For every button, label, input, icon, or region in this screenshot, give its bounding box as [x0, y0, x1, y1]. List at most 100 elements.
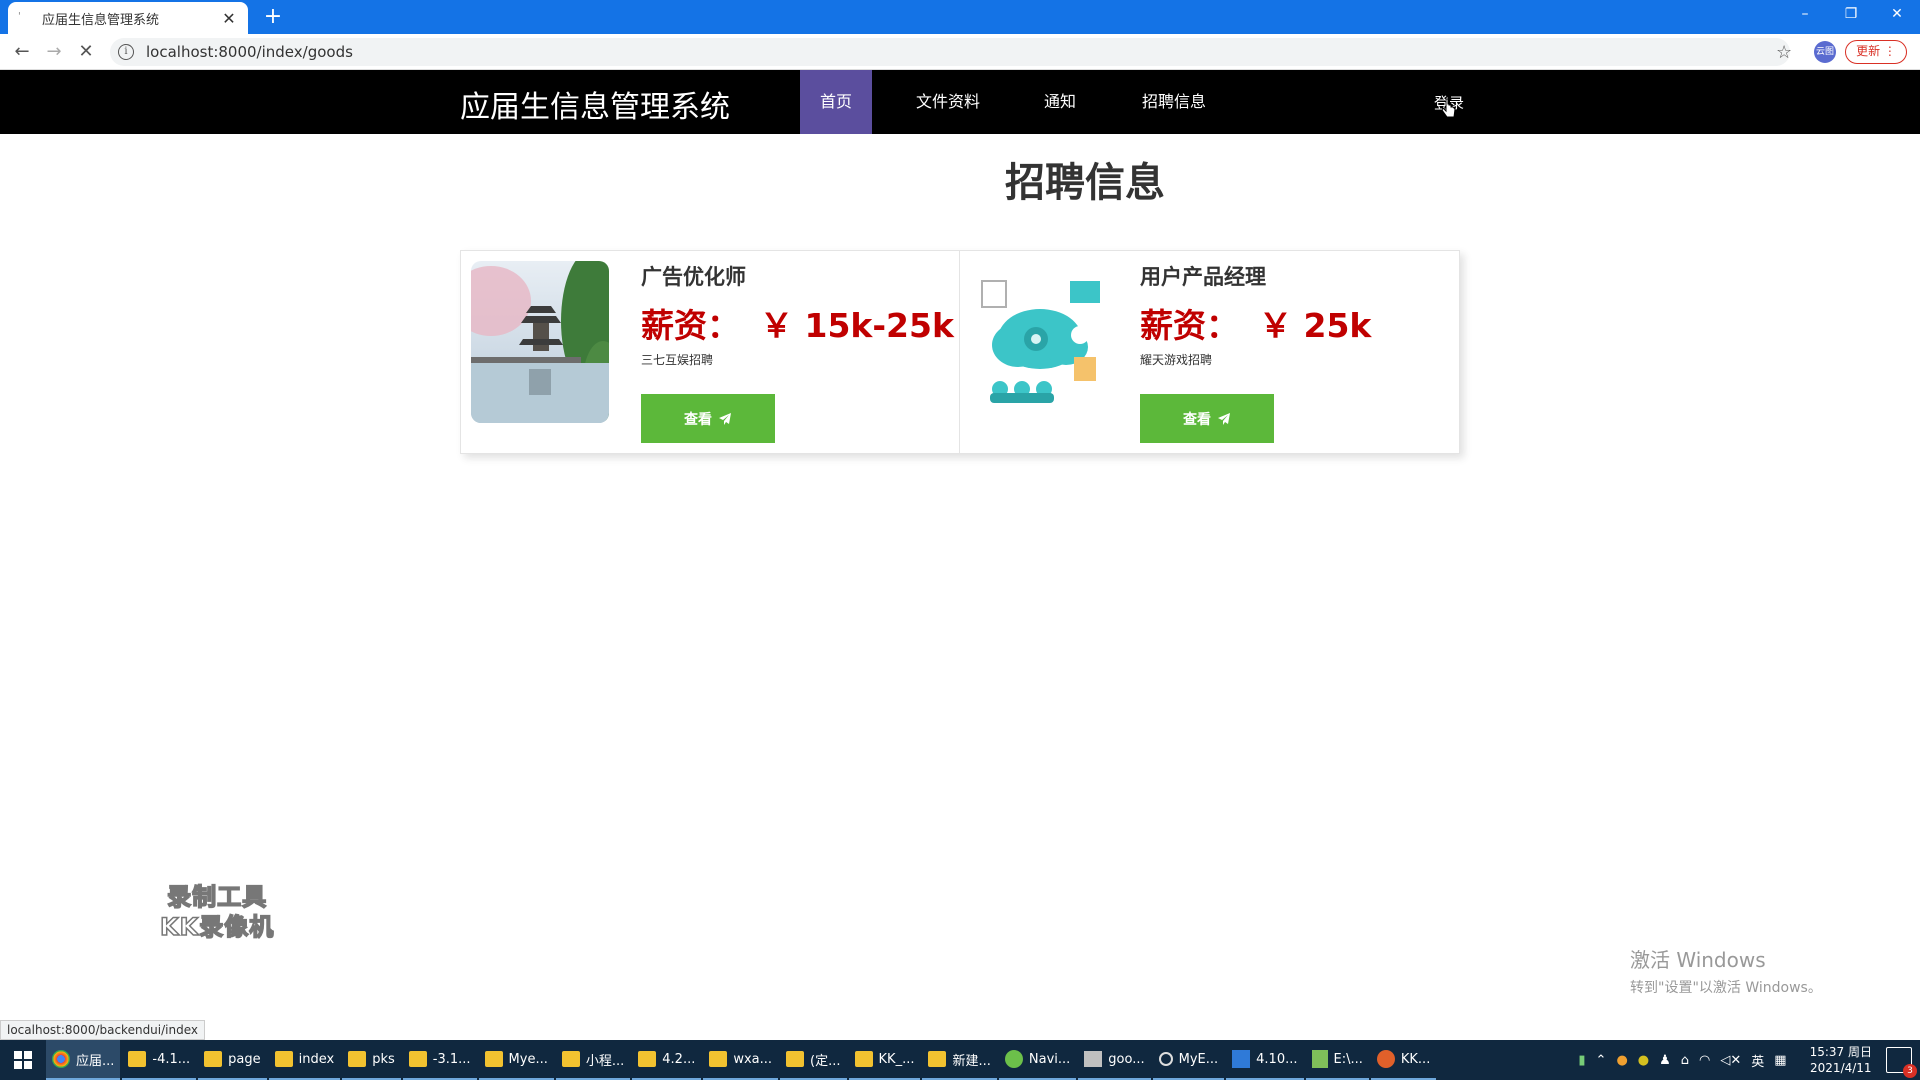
taskbar-app[interactable]: index [268, 1040, 341, 1080]
site-info-icon[interactable]: i [118, 44, 134, 60]
forward-button[interactable]: → [42, 40, 66, 64]
taskbar-app-label: E:\... [1333, 1051, 1363, 1067]
taskbar-app[interactable]: 4.2... [632, 1040, 702, 1080]
system-tray: ▮ ⌃ ● ● ♟ ⌂ ◠ ◁✕ 英 ▦ 15:37 周日 2021/4/11 … [1573, 1040, 1920, 1080]
taskbar-app-label: Mye... [508, 1051, 548, 1067]
taskbar-app[interactable]: -3.1... [402, 1040, 477, 1080]
taskbar-app-label: KK_... [878, 1051, 915, 1067]
kk-icon [1376, 1050, 1395, 1068]
system-clock[interactable]: 15:37 周日 2021/4/11 [1810, 1044, 1872, 1076]
salary-value: ￥ 15k-25k [760, 306, 954, 345]
job-card-list: 广告优化师 薪资： ￥ 15k-25k 三七互娱招聘 查看 用户产品经理 薪资：… [460, 250, 1460, 454]
mouse-cursor-icon [1442, 98, 1456, 118]
taskbar-app[interactable]: Mye... [478, 1040, 554, 1080]
tray-app-icon[interactable]: ● [1638, 1053, 1649, 1068]
nav-jobs[interactable]: 招聘信息 [1130, 70, 1218, 134]
folder-icon [561, 1051, 580, 1067]
navicat-icon [1004, 1050, 1023, 1068]
taskbar-app-label: MyE... [1178, 1051, 1219, 1067]
show-hidden-icons-icon[interactable]: ⌃ [1596, 1053, 1607, 1068]
taskbar-app[interactable]: KK... [1370, 1040, 1437, 1080]
taskbar-app-label: 4.10... [1256, 1051, 1298, 1067]
keyboard-icon[interactable]: ▦ [1774, 1053, 1786, 1068]
salary-label: 薪资： [641, 306, 740, 345]
view-job-button[interactable]: 查看 [1140, 394, 1274, 443]
view-button-label: 查看 [684, 410, 712, 427]
stop-loading-button[interactable]: ✕ [74, 40, 98, 64]
taskbar-app[interactable]: page [198, 1040, 267, 1080]
view-job-button[interactable]: 查看 [641, 394, 775, 443]
send-plane-icon [1218, 412, 1230, 425]
taskbar-app[interactable]: MyE... [1152, 1040, 1225, 1080]
action-center-button[interactable]: 3 [1886, 1047, 1917, 1078]
nav-notices[interactable]: 通知 [1025, 70, 1095, 134]
folder-icon [638, 1051, 657, 1067]
taskbar-app[interactable]: wxa... [703, 1040, 779, 1080]
taskbar-app[interactable]: (定... [780, 1040, 847, 1080]
taskbar-app-label: 小程... [585, 1053, 625, 1069]
myeclipse-icon [1158, 1052, 1173, 1066]
qq-icon[interactable]: ♟ [1659, 1053, 1671, 1068]
windows-start-button[interactable] [0, 1040, 46, 1080]
taskbar-app[interactable]: Navi... [998, 1040, 1077, 1080]
folder-icon [204, 1051, 223, 1067]
pagoda-lake-photo [471, 261, 609, 423]
folder-icon [928, 1051, 947, 1067]
taskbar-app[interactable]: pks [342, 1040, 401, 1080]
taskbar-app[interactable]: 小程... [555, 1040, 631, 1080]
tray-app-icon[interactable]: ● [1616, 1053, 1627, 1068]
minimize-button[interactable]: – [1782, 0, 1828, 28]
back-button[interactable]: ← [10, 40, 34, 64]
wifi-icon[interactable]: ◠ [1699, 1053, 1710, 1068]
battery-icon[interactable]: ▮ [1578, 1053, 1585, 1068]
taskbar-app-label: KK... [1400, 1051, 1431, 1067]
taskbar-app-label: 4.2... [662, 1051, 696, 1067]
bookmark-star-icon[interactable]: ☆ [1776, 42, 1792, 63]
taskbar-app[interactable]: 应届... [46, 1040, 121, 1080]
folder-icon [786, 1051, 805, 1067]
network-icon[interactable]: ⌂ [1681, 1053, 1689, 1068]
site-title: 应届生信息管理系统 [460, 90, 730, 125]
restore-button[interactable]: ❐ [1828, 0, 1874, 28]
taskbar-app[interactable]: 新建... [922, 1040, 997, 1080]
taskbar-app[interactable]: goo... [1078, 1040, 1151, 1080]
nav-home[interactable]: 首页 [800, 70, 872, 134]
clock-time: 15:37 周日 [1809, 1045, 1872, 1059]
send-plane-icon [719, 412, 731, 425]
url-text: localhost:8000/index/goods [146, 43, 353, 61]
recorder-watermark: 录制工具 KK录像机 [159, 882, 275, 942]
taskbar-app-label: goo... [1108, 1051, 1145, 1067]
windows-taskbar: 应届... -4.1... page index pks -3.1... Mye... 小程.… [0, 1040, 1920, 1080]
salary-label: 薪资： [1140, 306, 1239, 345]
new-tab-button[interactable]: + [260, 4, 286, 30]
browser-tab[interactable]: ' 应届生信息管理系统 ✕ [8, 2, 248, 34]
taskbar-app[interactable]: E:\... [1305, 1040, 1369, 1080]
view-button-label: 查看 [1183, 410, 1211, 427]
page-heading: 招聘信息 [1005, 160, 1165, 206]
folder-icon [484, 1051, 503, 1067]
address-bar[interactable]: i localhost:8000/index/goods [110, 38, 1790, 66]
taskbar-app[interactable]: KK_... [848, 1040, 921, 1080]
tab-close-icon[interactable]: ✕ [220, 9, 238, 28]
profile-avatar[interactable]: 云图 [1814, 41, 1836, 63]
update-label: 更新 [1856, 44, 1881, 58]
status-bar-url: localhost:8000/backendui/index [0, 1020, 205, 1040]
taskbar-app-label: 新建... [952, 1053, 991, 1069]
volume-muted-icon[interactable]: ◁✕ [1720, 1053, 1741, 1068]
folder-icon [128, 1051, 147, 1067]
clock-date: 2021/4/11 [1810, 1061, 1872, 1075]
close-window-button[interactable]: ✕ [1874, 0, 1920, 28]
taskbar-app[interactable]: 4.10... [1226, 1040, 1304, 1080]
taskbar-app-label: pks [372, 1051, 395, 1067]
taskbar-app-label: page [228, 1051, 261, 1067]
taskbar-app[interactable]: -4.1... [122, 1040, 197, 1080]
recorder-line2: KK录像机 [159, 912, 275, 942]
nav-files[interactable]: 文件资料 [900, 70, 996, 134]
taskbar-app-label: (定... [810, 1053, 841, 1069]
job-company: 三七互娱招聘 [641, 353, 714, 367]
notepad-icon [1311, 1050, 1328, 1068]
tab-title: 应届生信息管理系统 [42, 12, 160, 28]
browser-toolbar: ← → ✕ i localhost:8000/index/goods ☆ 云图 … [0, 34, 1920, 70]
ime-indicator[interactable]: 英 [1751, 1051, 1764, 1070]
update-button[interactable]: 更新 ⋮ [1845, 40, 1907, 64]
